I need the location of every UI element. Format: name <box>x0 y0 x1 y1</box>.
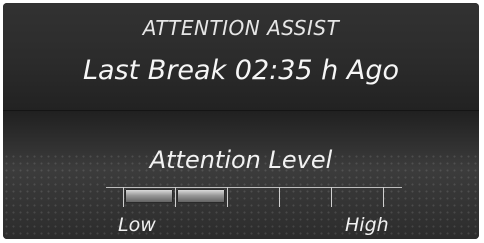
screen-title: ATTENTION ASSIST <box>142 16 340 40</box>
bar-tick <box>227 187 228 207</box>
attention-level-bar <box>106 184 402 210</box>
bar-baseline <box>106 187 402 188</box>
bar-tick <box>175 187 176 207</box>
bar-tick <box>383 187 384 207</box>
attention-level-label: Attention Level <box>149 146 333 174</box>
high-label: High <box>345 214 389 236</box>
level-segment-filled <box>177 189 225 203</box>
bar-tick <box>279 187 280 207</box>
last-break-text: Last Break 02:35 h Ago <box>82 55 400 86</box>
level-segment-filled <box>125 189 173 203</box>
attention-assist-display: ATTENTION ASSIST Last Break 02:35 h Ago … <box>3 3 479 239</box>
bar-tick <box>331 187 332 207</box>
bar-tick <box>123 187 124 207</box>
low-label: Low <box>118 214 156 236</box>
